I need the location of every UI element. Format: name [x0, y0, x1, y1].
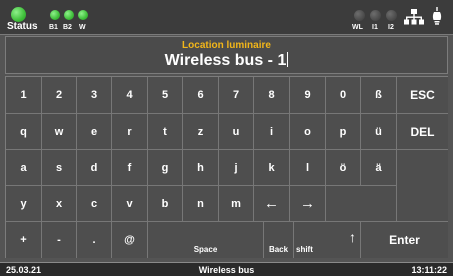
wl-label: WL: [352, 24, 363, 31]
i1-label: I1: [372, 24, 378, 31]
arrow-left-icon: ←: [264, 195, 279, 212]
footer-title: Wireless bus: [198, 265, 255, 275]
key-f[interactable]: f: [112, 150, 148, 186]
w-label: W: [79, 24, 86, 31]
key-o[interactable]: o: [290, 114, 326, 150]
key-o-umlaut[interactable]: ö: [326, 150, 361, 186]
b1-label: B1: [49, 24, 58, 31]
b2-label: B2: [63, 24, 72, 31]
key-6[interactable]: 6: [183, 77, 219, 114]
screen: Status B1 B2 W WL I1 I2 Location luminai…: [0, 0, 453, 276]
key-a[interactable]: a: [6, 150, 42, 186]
key-1[interactable]: 1: [6, 77, 42, 114]
key-7[interactable]: 7: [219, 77, 254, 114]
status-label: Status: [7, 21, 38, 32]
cursor-left-button[interactable]: ←: [254, 186, 290, 222]
key-l[interactable]: l: [290, 150, 326, 186]
key-2[interactable]: 2: [42, 77, 77, 114]
status-led-icon: [11, 7, 26, 22]
key-p[interactable]: p: [326, 114, 361, 150]
key-4[interactable]: 4: [112, 77, 148, 114]
key-g[interactable]: g: [148, 150, 183, 186]
key-s[interactable]: s: [42, 150, 77, 186]
w-led-icon: [78, 10, 88, 20]
shift-arrow-icon: ↑: [349, 229, 356, 245]
wl-led-icon: [354, 10, 365, 21]
key-w[interactable]: w: [42, 114, 77, 150]
key-c[interactable]: c: [77, 186, 112, 222]
shift-label: shift: [296, 245, 313, 254]
key-t[interactable]: t: [148, 114, 183, 150]
key-dot[interactable]: .: [77, 222, 112, 258]
key-n[interactable]: n: [183, 186, 219, 222]
b2-led-icon: [64, 10, 74, 20]
key-eszett[interactable]: ß: [361, 77, 397, 114]
enter-button[interactable]: Enter: [361, 222, 448, 258]
cursor-right-button[interactable]: →: [290, 186, 326, 222]
b1-led-icon: [50, 10, 60, 20]
key-u-umlaut[interactable]: ü: [361, 114, 397, 150]
key-9[interactable]: 9: [290, 77, 326, 114]
blank-key-area: [397, 150, 448, 222]
key-e[interactable]: e: [77, 114, 112, 150]
shift-button[interactable]: shift ↑: [294, 222, 361, 258]
name-input[interactable]: Wireless bus - 1: [6, 52, 447, 70]
key-plus[interactable]: +: [6, 222, 42, 258]
name-input-value: Wireless bus - 1: [164, 52, 287, 69]
key-x[interactable]: x: [42, 186, 77, 222]
footer-bar: 25.03.21 Wireless bus 13:11:22: [0, 262, 453, 276]
key-at[interactable]: @: [112, 222, 148, 258]
status-bar: Status B1 B2 W WL I1 I2: [0, 0, 453, 35]
key-m[interactable]: m: [219, 186, 254, 222]
key-5[interactable]: 5: [148, 77, 183, 114]
page-title: Location luminaire: [182, 40, 271, 51]
key-j[interactable]: j: [219, 150, 254, 186]
key-minus[interactable]: -: [42, 222, 77, 258]
input-header: Location luminaire Wireless bus - 1: [5, 36, 448, 74]
esc-button[interactable]: ESC: [397, 77, 448, 114]
network-icon: [404, 9, 424, 25]
key-h[interactable]: h: [183, 150, 219, 186]
key-k[interactable]: k: [254, 150, 290, 186]
key-r[interactable]: r: [112, 114, 148, 150]
text-caret: [287, 52, 289, 67]
blank-key: [326, 186, 397, 222]
key-v[interactable]: v: [112, 186, 148, 222]
key-a-umlaut[interactable]: ä: [361, 150, 397, 186]
space-button[interactable]: Space: [148, 222, 264, 258]
del-button[interactable]: DEL: [397, 114, 448, 150]
key-b[interactable]: b: [148, 186, 183, 222]
key-q[interactable]: q: [6, 114, 42, 150]
key-y[interactable]: y: [6, 186, 42, 222]
i2-led-icon: [386, 10, 397, 21]
key-8[interactable]: 8: [254, 77, 290, 114]
key-3[interactable]: 3: [77, 77, 112, 114]
footer-time: 13:11:22: [411, 265, 447, 275]
i2-label: I2: [388, 24, 394, 31]
key-z[interactable]: z: [183, 114, 219, 150]
key-0[interactable]: 0: [326, 77, 361, 114]
virtual-keyboard: 1 2 3 4 5 6 7 8 9 0 ß ESC q w e r t z u …: [5, 76, 448, 258]
arrow-right-icon: →: [300, 195, 315, 212]
i1-led-icon: [370, 10, 381, 21]
bulb-icon: [432, 7, 442, 25]
key-d[interactable]: d: [77, 150, 112, 186]
key-u[interactable]: u: [219, 114, 254, 150]
key-i[interactable]: i: [254, 114, 290, 150]
back-button[interactable]: Back: [264, 222, 294, 258]
